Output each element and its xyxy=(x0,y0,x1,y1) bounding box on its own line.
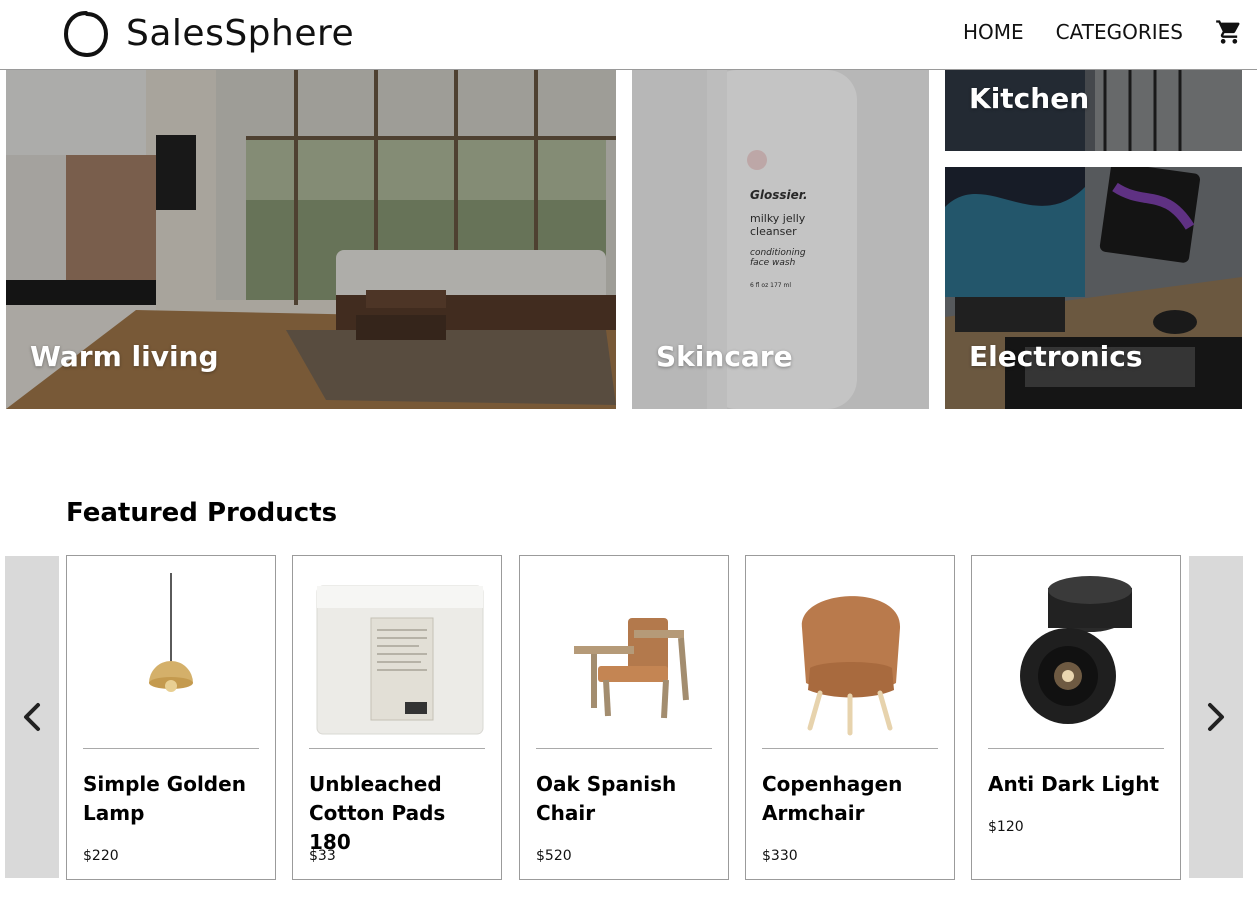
card-divider xyxy=(762,748,938,749)
site-header: SalesSphere HOME CATEGORIES xyxy=(0,0,1257,70)
logo-ring-icon xyxy=(63,11,109,58)
product-card[interactable]: Copenhagen Armchair $330 xyxy=(745,555,955,880)
product-name[interactable]: Anti Dark Light xyxy=(988,770,1168,799)
cotton-pads-image xyxy=(316,585,484,735)
product-price: $120 xyxy=(988,819,1024,835)
cart-icon[interactable] xyxy=(1215,18,1243,46)
tile-label-kitchen: Kitchen xyxy=(969,82,1090,115)
product-price: $330 xyxy=(762,848,798,864)
product-card[interactable]: Anti Dark Light $120 xyxy=(971,555,1181,880)
product-price: $33 xyxy=(309,848,336,864)
chevron-right-icon xyxy=(1208,703,1224,731)
tile-label-warm-living: Warm living xyxy=(30,340,219,373)
product-price: $220 xyxy=(83,848,119,864)
card-divider xyxy=(309,748,485,749)
chevron-left-icon xyxy=(24,703,40,731)
featured-products-title: Featured Products xyxy=(66,498,338,528)
nav-home-link[interactable]: HOME xyxy=(963,16,1024,48)
carousel-prev-button[interactable] xyxy=(5,556,59,878)
product-name[interactable]: Unbleached Cotton Pads 180 xyxy=(309,770,489,857)
category-tile-kitchen[interactable]: Kitchen xyxy=(945,70,1242,151)
product-name[interactable]: Oak Spanish Chair xyxy=(536,770,716,828)
product-card[interactable]: Unbleached Cotton Pads 180 $33 xyxy=(292,555,502,880)
main-nav: HOME CATEGORIES xyxy=(963,16,1243,48)
card-divider xyxy=(988,748,1164,749)
category-tile-electronics[interactable]: Electronics xyxy=(945,167,1242,409)
spotlight-image xyxy=(1020,576,1132,724)
card-divider xyxy=(83,748,259,749)
product-price: $520 xyxy=(536,848,572,864)
brand-name: SalesSphere xyxy=(126,13,355,54)
pendant-lamp-image xyxy=(149,573,193,692)
armchair-image xyxy=(801,596,901,736)
product-card[interactable]: Simple Golden Lamp $220 xyxy=(66,555,276,880)
tile-label-electronics: Electronics xyxy=(969,340,1143,373)
brand-logo[interactable]: SalesSphere xyxy=(62,10,354,58)
product-name[interactable]: Simple Golden Lamp xyxy=(83,770,263,828)
product-card[interactable]: Oak Spanish Chair $520 xyxy=(519,555,729,880)
carousel-next-button[interactable] xyxy=(1189,556,1243,878)
card-divider xyxy=(536,748,712,749)
category-tile-warm-living[interactable]: Warm living xyxy=(6,70,616,409)
nav-categories-link[interactable]: CATEGORIES xyxy=(1056,16,1183,48)
category-tile-skincare[interactable]: Glossier. milky jelly cleanser condition… xyxy=(632,70,929,409)
product-name[interactable]: Copenhagen Armchair xyxy=(762,770,942,828)
tile-label-skincare: Skincare xyxy=(656,340,793,373)
spanish-chair-image xyxy=(574,618,689,719)
